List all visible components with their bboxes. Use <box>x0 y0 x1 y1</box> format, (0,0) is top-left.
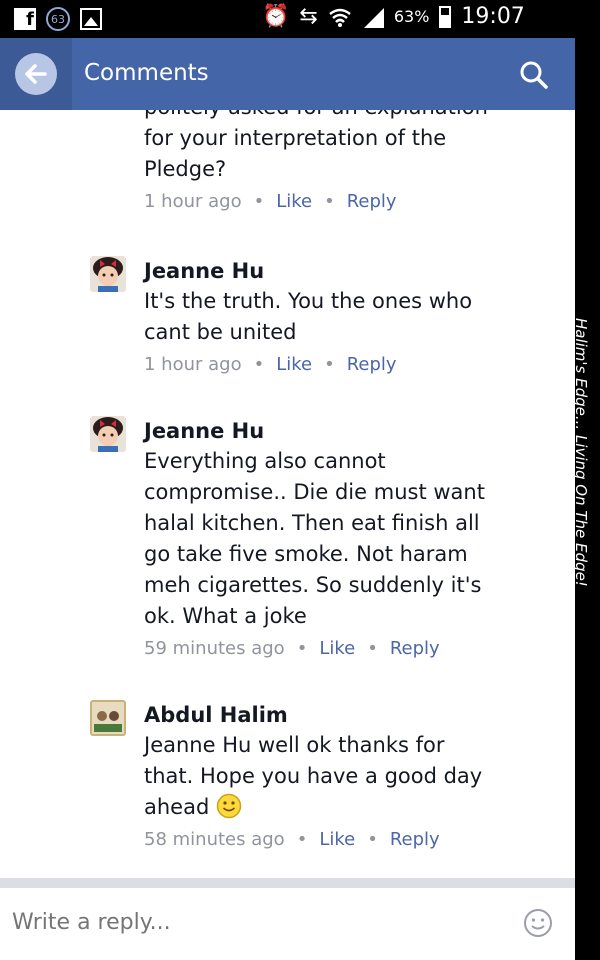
comment-body: Jeanne Hu It's the truth. You the ones w… <box>144 256 524 375</box>
smiley-emoji-icon <box>216 793 242 819</box>
reply-link[interactable]: Reply <box>390 829 440 850</box>
notification-count-badge: 63 <box>46 7 70 31</box>
comment-timestamp: 1 hour ago <box>144 191 242 212</box>
image-icon <box>80 8 102 30</box>
wifi-icon <box>329 8 351 27</box>
comment-author[interactable]: Abdul Halim <box>144 700 524 730</box>
comment-timestamp: 58 minutes ago <box>144 829 285 850</box>
comment-timestamp: 1 hour ago <box>144 354 242 375</box>
comment-text: Everything also cannot compromise.. Die … <box>144 449 485 628</box>
comment-body: Abdul Halim Jeanne Hu well ok thanks for… <box>144 700 524 850</box>
data-transfer-icon: ⇆ <box>299 4 318 29</box>
comment-text: politely asked for an explanation for yo… <box>144 110 488 181</box>
comment-author[interactable]: Jeanne Hu <box>144 256 524 286</box>
signal-icon <box>363 7 384 28</box>
avatar[interactable] <box>90 256 126 292</box>
alarm-icon: ⏰ <box>262 4 290 29</box>
reply-link[interactable]: Reply <box>390 638 440 659</box>
comment-meta: 59 minutes ago • Like • Reply <box>144 638 440 659</box>
reply-link[interactable]: Reply <box>347 354 397 375</box>
avatar[interactable] <box>90 700 126 736</box>
watermark: Halim's Edge... Living On The Edge! <box>572 318 590 587</box>
comments-list[interactable]: politely asked for an explanation for yo… <box>0 110 575 880</box>
battery-percent: 63% <box>393 7 430 26</box>
status-left-icons: f 63 <box>14 7 102 31</box>
reply-bar <box>0 888 575 960</box>
reply-input[interactable] <box>12 910 492 935</box>
comment-meta: 1 hour ago • Like • Reply <box>144 354 397 375</box>
search-icon[interactable] <box>519 60 549 90</box>
like-link[interactable]: Like <box>276 191 312 212</box>
like-link[interactable]: Like <box>276 354 312 375</box>
back-arrow-icon <box>15 53 57 95</box>
comment-text-content: Jeanne Hu well ok thanks for that. Hope … <box>144 733 483 819</box>
comment-meta: 1 hour ago • Like • Reply <box>144 191 397 212</box>
facebook-icon: f <box>14 8 36 30</box>
comment-author[interactable]: Jeanne Hu <box>144 416 524 446</box>
comment-body: Jeanne Hu Everything also cannot comprom… <box>144 416 524 659</box>
battery-icon <box>439 5 452 28</box>
app-bar: Comments <box>0 38 575 110</box>
comment-text: It's the truth. You the ones who cant be… <box>144 289 473 344</box>
like-link[interactable]: Like <box>319 638 355 659</box>
smiley-icon[interactable] <box>523 908 553 938</box>
comment-text: Jeanne Hu well ok thanks for that. Hope … <box>144 730 524 823</box>
status-bar: f 63 ⏰ ⇆ 63% 19:07 <box>0 0 600 38</box>
comment-body: politely asked for an explanation for yo… <box>144 110 524 212</box>
page-title: Comments <box>84 60 209 86</box>
status-right-icons: ⏰ ⇆ 63% 19:07 <box>262 4 525 29</box>
divider <box>0 878 575 888</box>
back-button[interactable] <box>0 38 72 110</box>
reply-link[interactable]: Reply <box>347 191 397 212</box>
like-link[interactable]: Like <box>319 829 355 850</box>
comment-timestamp: 59 minutes ago <box>144 638 285 659</box>
comment-meta: 58 minutes ago • Like • Reply <box>144 829 440 850</box>
avatar[interactable] <box>90 416 126 452</box>
clock: 19:07 <box>461 4 525 29</box>
